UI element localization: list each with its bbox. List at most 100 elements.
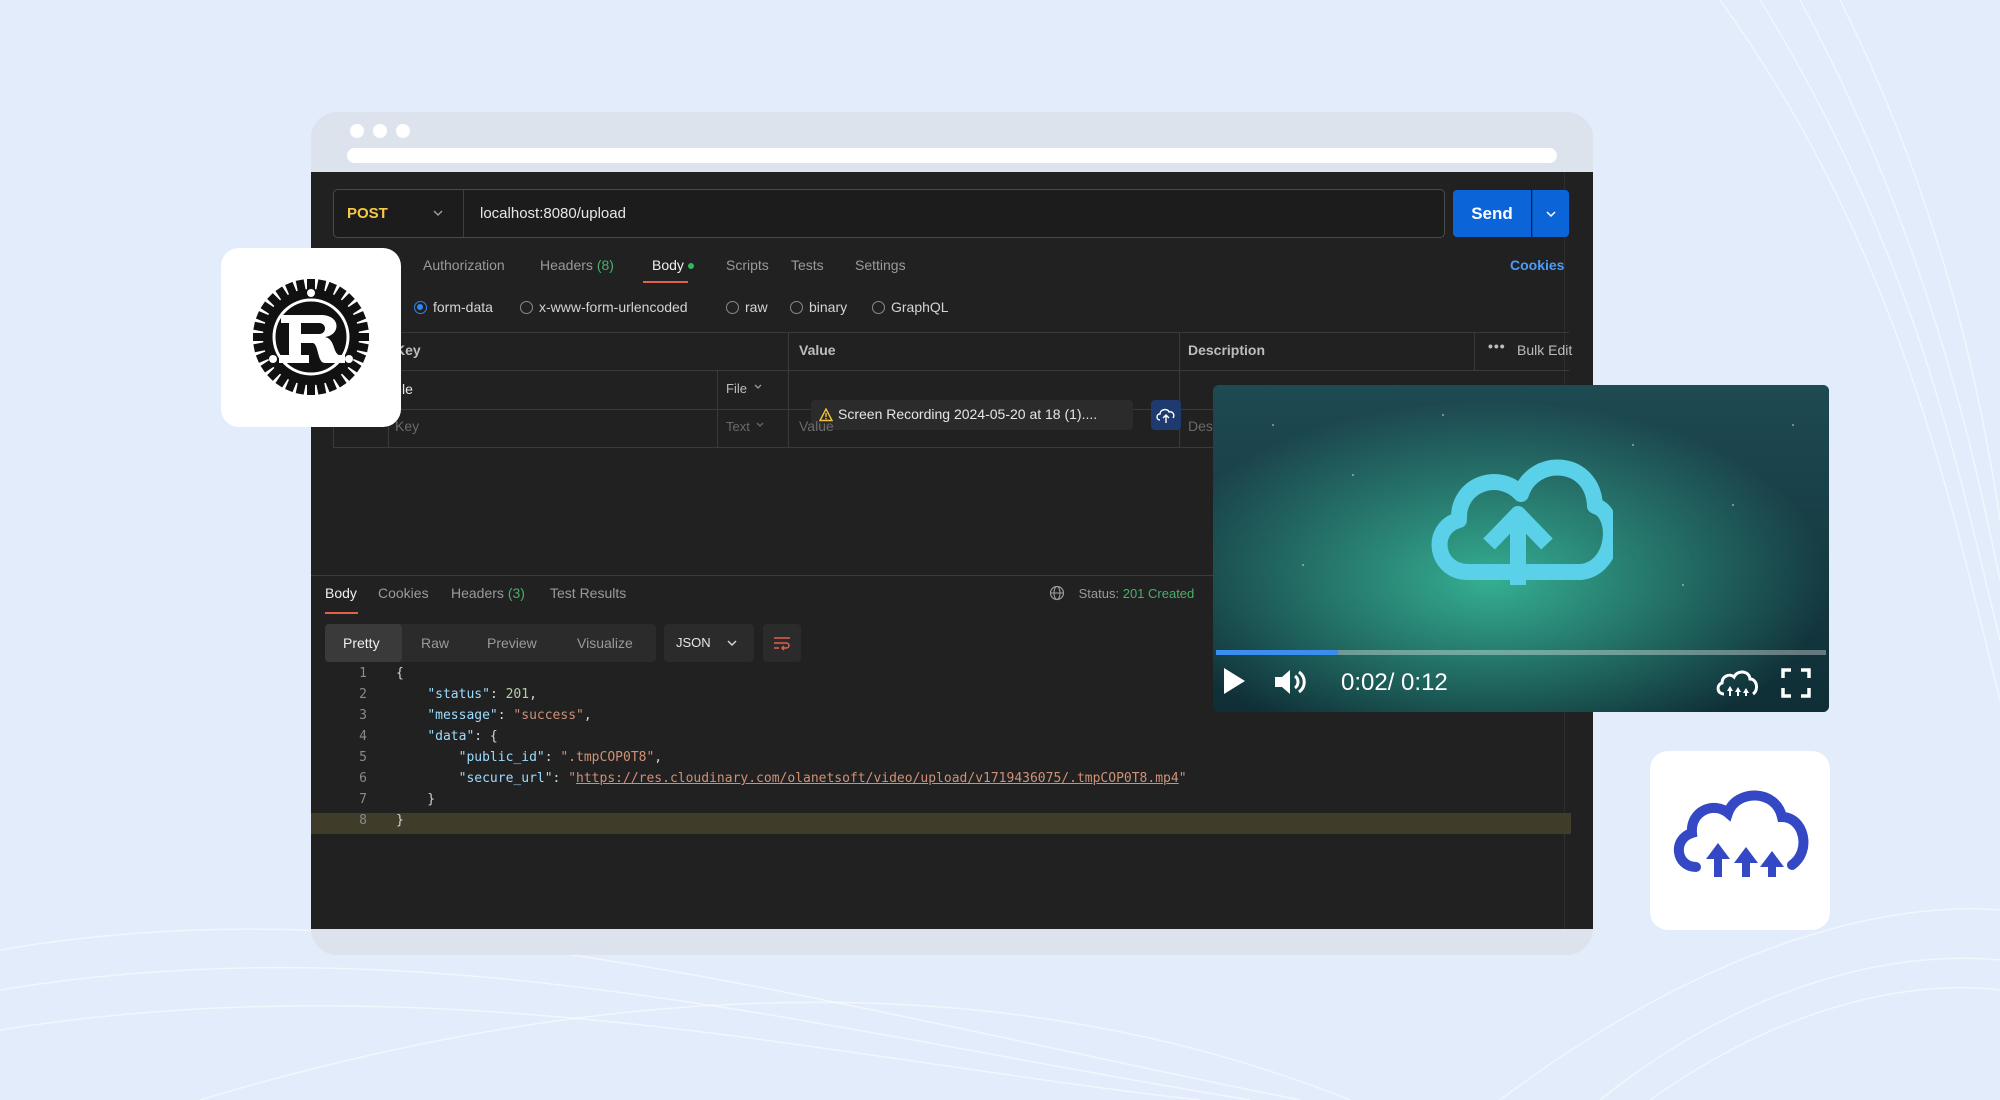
- chevron-down-icon: [1546, 211, 1556, 218]
- radio-urlencoded[interactable]: x-www-form-urlencoded: [520, 299, 688, 315]
- rust-logo-icon: [253, 279, 369, 395]
- play-icon[interactable]: [1221, 666, 1247, 696]
- tab-authorization[interactable]: Authorization: [423, 257, 505, 273]
- code-line: 5 "public_id": ".tmpCOP0T8",: [311, 750, 1571, 771]
- row-type-select[interactable]: File: [726, 381, 765, 396]
- method-select[interactable]: POST: [334, 190, 464, 237]
- window-dot: [350, 124, 364, 138]
- code-line-highlighted: 8}: [311, 813, 1571, 834]
- send-button[interactable]: Send: [1453, 190, 1531, 237]
- response-status: Status: 201 Created: [1049, 585, 1194, 601]
- line-source: "message": "success",: [427, 708, 592, 723]
- more-options-icon[interactable]: •••: [1488, 338, 1506, 354]
- tab-headers[interactable]: Headers (8): [540, 257, 614, 273]
- volume-icon[interactable]: [1273, 667, 1309, 697]
- video-progress-bar[interactable]: [1216, 650, 1826, 655]
- cloud-upload-icon: [1431, 459, 1613, 585]
- view-preview[interactable]: Preview: [487, 635, 537, 651]
- radio-form-data[interactable]: form-data: [414, 299, 493, 315]
- cloudinary-logo-icon[interactable]: [1715, 668, 1759, 698]
- window-dot: [373, 124, 387, 138]
- file-name: Screen Recording 2024-05-20 at 18 (1)...…: [838, 406, 1098, 422]
- send-options-button[interactable]: [1532, 190, 1569, 237]
- table-border: [1474, 332, 1475, 370]
- table-border: [717, 370, 718, 448]
- value-placeholder[interactable]: Value: [799, 418, 834, 434]
- file-chip[interactable]: Screen Recording 2024-05-20 at 18 (1)...…: [811, 400, 1133, 430]
- radio-label: x-www-form-urlencoded: [539, 299, 688, 315]
- table-border: [333, 332, 1569, 333]
- tab-body[interactable]: Body: [652, 257, 694, 273]
- fullscreen-icon[interactable]: [1781, 668, 1811, 698]
- url-input[interactable]: localhost:8080/upload: [480, 205, 626, 222]
- table-border: [333, 447, 1213, 448]
- status-label: Status:: [1078, 586, 1120, 601]
- active-tab-indicator: [325, 612, 358, 614]
- window-dot: [396, 124, 410, 138]
- view-visualize[interactable]: Visualize: [577, 635, 633, 651]
- resp-tab-cookies[interactable]: Cookies: [378, 585, 429, 601]
- radio-binary[interactable]: binary: [790, 299, 847, 315]
- format-label: JSON: [676, 635, 711, 650]
- rust-logo-card: [221, 248, 401, 427]
- row-type-label: Text: [726, 419, 750, 434]
- view-pretty[interactable]: Pretty: [343, 635, 380, 651]
- line-number: 5: [359, 750, 367, 765]
- video-time: 0:02/ 0:12: [1341, 669, 1448, 696]
- line-source: }: [396, 813, 404, 828]
- radio-label: binary: [809, 299, 848, 315]
- cookies-link[interactable]: Cookies: [1510, 257, 1564, 273]
- method-label: POST: [347, 205, 388, 222]
- line-source: }: [396, 792, 436, 807]
- request-bar: POST localhost:8080/upload: [333, 189, 1445, 238]
- cloudinary-logo-card: [1650, 751, 1830, 930]
- radio-icon: [872, 301, 885, 314]
- radio-icon: [726, 301, 739, 314]
- resp-tab-body[interactable]: Body: [325, 585, 357, 601]
- key-placeholder[interactable]: Key: [395, 418, 419, 434]
- video-player[interactable]: 0:02/ 0:12: [1213, 385, 1829, 712]
- radio-raw[interactable]: raw: [726, 299, 768, 315]
- status-value: 201 Created: [1122, 586, 1195, 601]
- line-number: 4: [359, 729, 367, 744]
- chevron-down-icon: [727, 640, 737, 647]
- row-type-select[interactable]: Text: [726, 419, 767, 434]
- secure-url-link[interactable]: https://res.cloudinary.com/olanetsoft/vi…: [576, 771, 1179, 786]
- wrap-lines-button[interactable]: [763, 624, 801, 662]
- table-border: [333, 370, 1569, 371]
- radio-graphql[interactable]: GraphQL: [872, 299, 949, 315]
- resp-tab-headers-label: Headers: [451, 585, 504, 601]
- line-number: 8: [359, 813, 367, 828]
- code-line: 4 "data": {: [311, 729, 1571, 750]
- radio-label: raw: [745, 299, 768, 315]
- view-raw[interactable]: Raw: [421, 635, 449, 651]
- view-mode-selector: Pretty Raw Preview Visualize: [325, 624, 656, 662]
- tab-settings[interactable]: Settings: [855, 257, 906, 273]
- chevron-down-icon: [433, 210, 443, 217]
- video-progress-fill: [1216, 650, 1338, 655]
- code-line: 7 }: [311, 792, 1571, 813]
- radio-icon: [520, 301, 533, 314]
- radio-label: GraphQL: [891, 299, 949, 315]
- resp-tab-headers[interactable]: Headers (3): [451, 585, 525, 601]
- radio-icon: [790, 301, 803, 314]
- active-tab-indicator: [643, 281, 688, 283]
- format-select[interactable]: JSON: [664, 624, 754, 662]
- table-border: [788, 332, 789, 448]
- line-source: "status": 201,: [427, 687, 537, 702]
- code-line: 6 "secure_url": "https://res.cloudinary.…: [311, 771, 1571, 792]
- cloudinary-logo-icon: [1673, 790, 1809, 877]
- address-bar[interactable]: [347, 148, 1557, 163]
- tab-headers-label: Headers: [540, 257, 593, 273]
- tab-tests[interactable]: Tests: [791, 257, 824, 273]
- resp-tab-test-results[interactable]: Test Results: [550, 585, 626, 601]
- line-source: {: [396, 666, 404, 681]
- cloud-upload-icon: [1156, 408, 1175, 423]
- line-source: "public_id": ".tmpCOP0T8",: [458, 750, 663, 765]
- line-number: 1: [359, 666, 367, 681]
- globe-icon[interactable]: [1049, 585, 1065, 601]
- tab-scripts[interactable]: Scripts: [726, 257, 769, 273]
- upload-file-button[interactable]: [1151, 400, 1181, 430]
- bulk-edit-button[interactable]: Bulk Edit: [1517, 342, 1572, 358]
- chevron-down-icon: [754, 384, 762, 389]
